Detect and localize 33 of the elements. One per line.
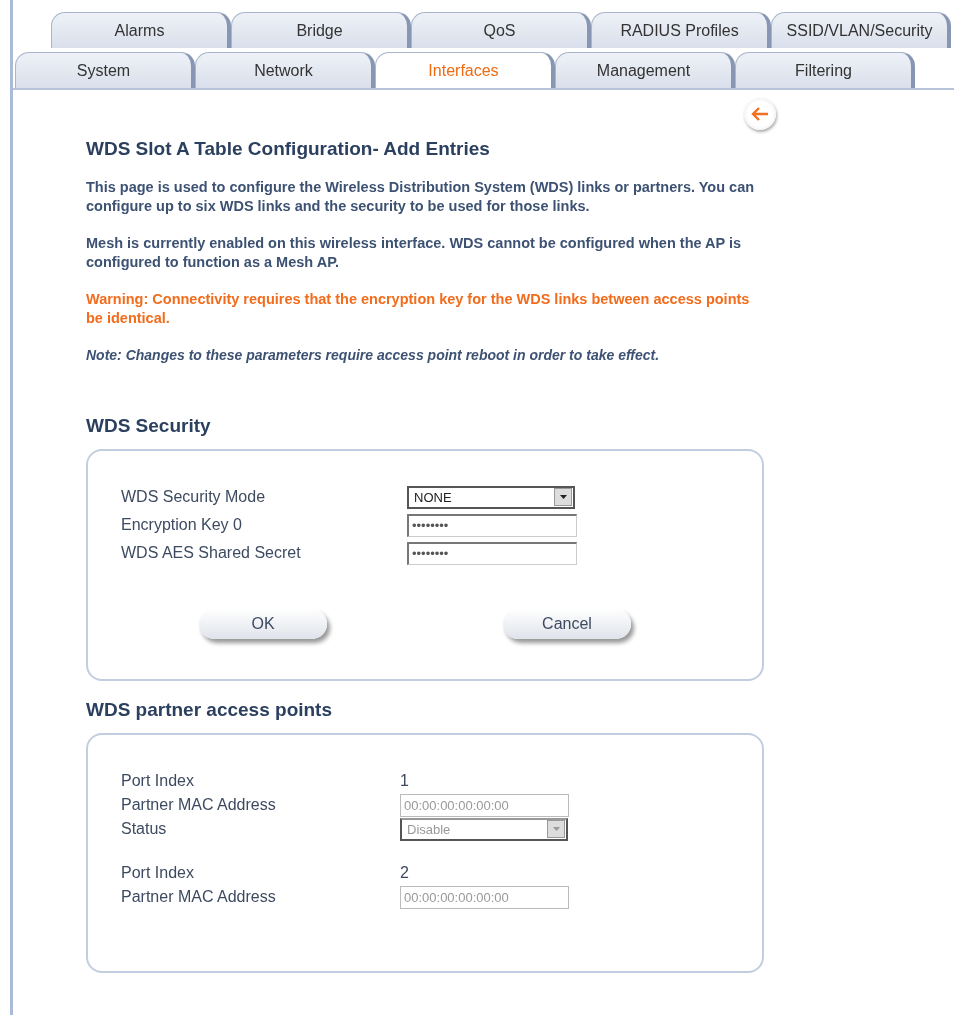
- tab[interactable]: System: [15, 52, 195, 88]
- field-label: Port Index: [121, 772, 195, 790]
- tab[interactable]: Filtering: [735, 52, 915, 88]
- tab[interactable]: RADIUS Profiles: [591, 12, 771, 48]
- warning-text: Warning: Connectivity requires that the encryption key for the WDS links between access points be identical.: [86, 290, 751, 328]
- tab[interactable]: QoS: [411, 12, 591, 48]
- field-label: Partner MAC Address: [121, 888, 277, 906]
- tab[interactable]: Network: [195, 52, 375, 88]
- field-label: WDS AES Shared Secret: [121, 544, 302, 562]
- section-heading: WDS partner access points: [86, 699, 334, 721]
- tab[interactable]: Bridge: [231, 12, 411, 48]
- input-field[interactable]: ••••••••: [407, 541, 577, 565]
- dropdown[interactable]: NONE: [407, 485, 575, 509]
- field-label: WDS Security Mode: [121, 488, 267, 506]
- pill-button[interactable]: OK: [199, 609, 327, 639]
- tab[interactable]: SSID/VLAN/Security: [771, 12, 951, 48]
- note-text: Note: Changes to these parameters require access point reboot in order to take effect.: [86, 346, 661, 365]
- port-index-value: 1: [400, 772, 409, 790]
- pill-button[interactable]: Cancel: [503, 609, 631, 639]
- field-label: Encryption Key 0: [121, 516, 243, 534]
- section-heading: WDS Security: [86, 415, 212, 437]
- input-field[interactable]: ••••••••: [407, 513, 577, 537]
- description-text: This page is used to configure the Wireless Distribution System (WDS) links or partners. You can configure up to six WDS links and the security to be used for those links.: [86, 178, 756, 216]
- tab[interactable]: Management: [555, 52, 735, 88]
- field-label: Partner MAC Address: [121, 796, 277, 814]
- back-button[interactable]: [744, 98, 776, 130]
- description-text: Mesh is currently enabled on this wireless interface. WDS cannot be configured when the AP is configured to function as a Mesh AP.: [86, 234, 743, 272]
- field-label: Port Index: [121, 864, 195, 882]
- arrow-left-icon: [751, 107, 769, 121]
- tab[interactable]: Alarms: [51, 12, 231, 48]
- port-index-value: 2: [400, 864, 409, 882]
- field-label: Status: [121, 820, 168, 838]
- page-title: WDS Slot A Table Configuration- Add Entries: [86, 138, 491, 160]
